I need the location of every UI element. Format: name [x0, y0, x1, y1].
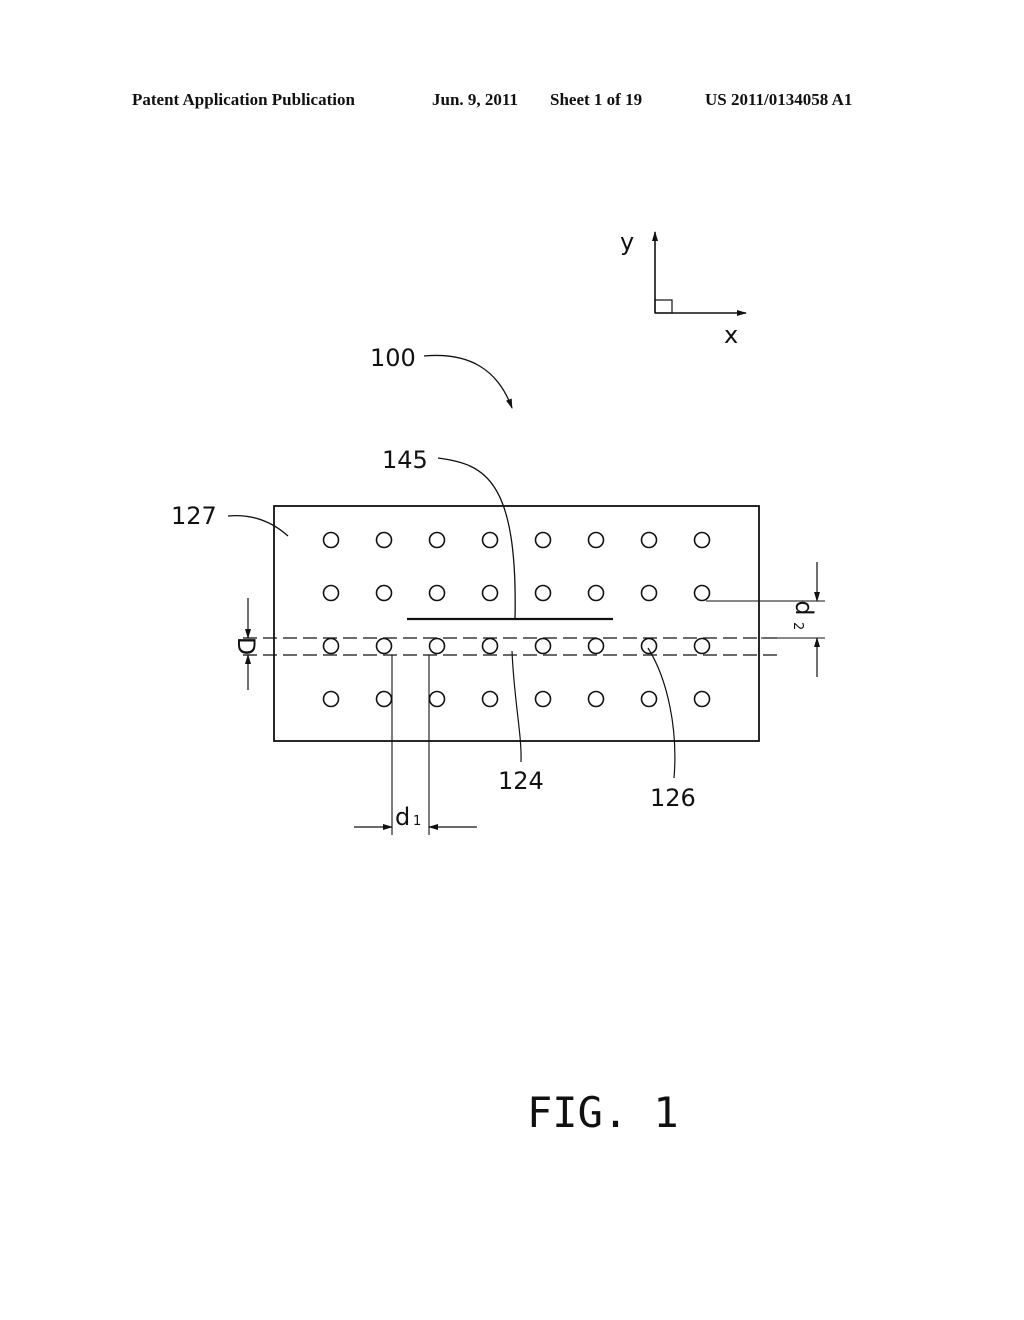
- y-axis-label: y: [620, 228, 634, 256]
- ref-label-100: 100: [370, 344, 416, 372]
- hole-126: [587, 637, 605, 655]
- hole-126: [640, 637, 658, 655]
- x-axis-label: x: [724, 321, 738, 349]
- hole-126: [375, 531, 393, 549]
- hole-126: [428, 531, 446, 549]
- hole-126: [693, 690, 711, 708]
- hole-126: [481, 690, 499, 708]
- dimension-label-d1: d: [395, 803, 410, 831]
- hole-126: [640, 531, 658, 549]
- dimension-d2: d 2: [706, 562, 825, 677]
- dimension-subscript-d1: 1: [413, 814, 421, 829]
- hole-126: [322, 531, 340, 549]
- dimension-label-d2: d: [790, 600, 818, 615]
- hole-126: [534, 637, 552, 655]
- hole-126: [640, 690, 658, 708]
- hole-126: [322, 637, 340, 655]
- leader-127: [227, 514, 289, 537]
- figure-drawing: y x 100 145 127 D d 2 d 1 124 126 FIG. 1: [171, 228, 825, 1137]
- hole-126: [375, 637, 393, 655]
- figure-caption: FIG. 1: [527, 1088, 679, 1137]
- hole-126: [322, 584, 340, 602]
- dimension-label-D: D: [232, 637, 260, 655]
- hole-126: [534, 690, 552, 708]
- hole-126: [587, 531, 605, 549]
- coordinate-axes: y x: [620, 228, 747, 349]
- hole-126: [587, 690, 605, 708]
- hole-126: [428, 584, 446, 602]
- leader-145: [437, 457, 516, 620]
- leader-100: [423, 354, 513, 409]
- ref-label-124: 124: [498, 767, 544, 795]
- hole-126: [428, 690, 446, 708]
- ref-label-145: 145: [382, 446, 428, 474]
- right-angle-mark: [654, 299, 673, 314]
- hole-126: [481, 637, 499, 655]
- hole-126: [322, 690, 340, 708]
- dimension-D: D: [232, 598, 260, 690]
- hole-126: [375, 584, 393, 602]
- leader-124: [511, 650, 522, 763]
- hole-126: [481, 584, 499, 602]
- hole-126: [375, 690, 393, 708]
- ref-label-127: 127: [171, 502, 217, 530]
- ref-label-126: 126: [650, 784, 696, 812]
- hole-126: [693, 637, 711, 655]
- hole-126: [481, 531, 499, 549]
- dimension-d1: d 1: [354, 655, 477, 835]
- hole-126: [693, 584, 711, 602]
- hole-126: [640, 584, 658, 602]
- hole-126: [534, 531, 552, 549]
- hole-126: [693, 531, 711, 549]
- hole-126: [587, 584, 605, 602]
- hole-126: [428, 637, 446, 655]
- leader-126: [647, 647, 676, 779]
- hole-126: [534, 584, 552, 602]
- dimension-subscript-d2: 2: [790, 622, 805, 630]
